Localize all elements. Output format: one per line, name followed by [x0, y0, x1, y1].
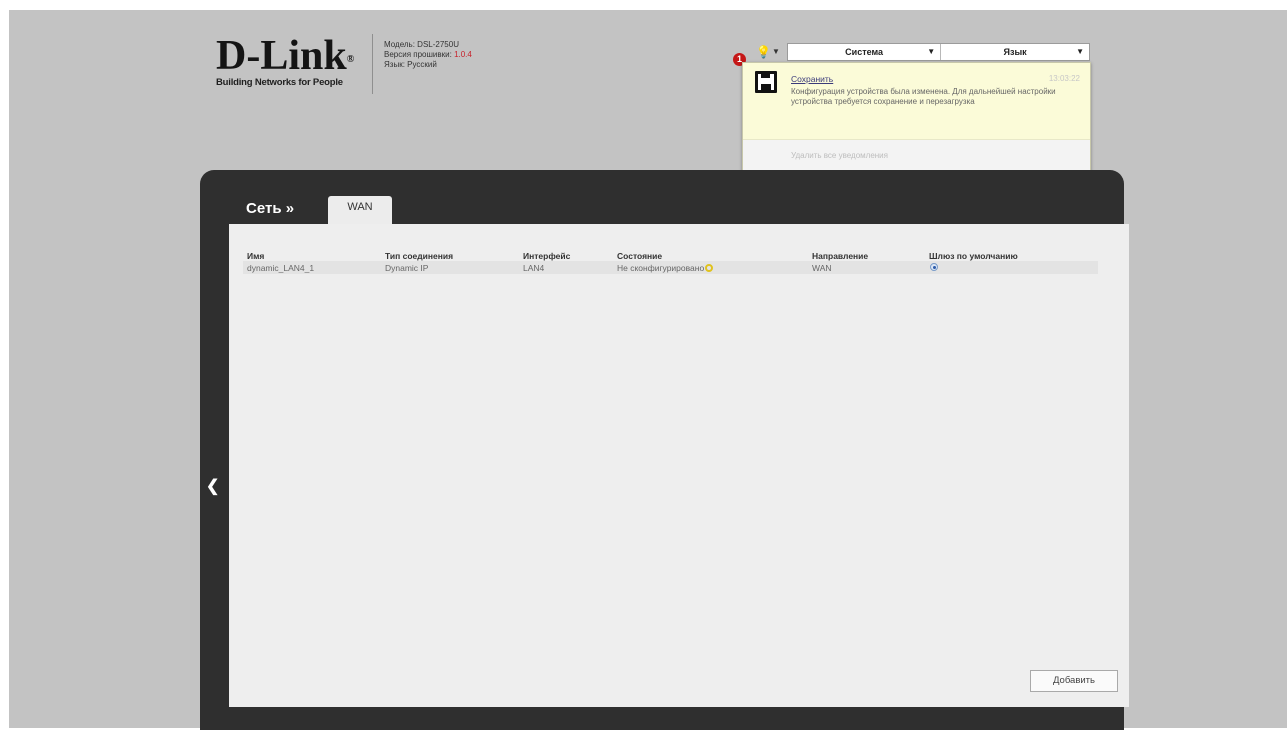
status-info-icon[interactable]	[705, 264, 714, 272]
logo-wordmark: D-Link	[216, 33, 347, 79]
add-button[interactable]: Добавить	[1030, 670, 1118, 692]
model-value: DSL-2750U	[417, 40, 459, 49]
model-label: Модель:	[384, 40, 415, 49]
notification-text: Конфигурация устройства была изменена. Д…	[791, 87, 1056, 106]
notification-save-link[interactable]: Сохранить	[791, 74, 833, 84]
device-info: Модель: DSL-2750U Версия прошивки: 1.0.4…	[384, 40, 472, 70]
lightbulb-icon[interactable]: 💡	[756, 45, 771, 59]
system-menu-label: Система	[845, 47, 884, 57]
tab-wan[interactable]: WAN	[328, 196, 392, 226]
cell-state-text: Не сконфигурировано	[617, 263, 705, 273]
col-header-name: Имя	[247, 251, 265, 261]
breadcrumb[interactable]: Сеть »	[246, 200, 294, 217]
language-menu[interactable]: Язык ▼	[940, 44, 1089, 60]
notifications-chevron-down-icon[interactable]: ▼	[772, 47, 780, 56]
logo-text: D-Link®	[216, 33, 355, 79]
firmware-value: 1.0.4	[454, 50, 472, 59]
model-line: Модель: DSL-2750U	[384, 40, 472, 50]
notification-time: 13:03:22	[1048, 74, 1080, 83]
chevron-down-icon: ▼	[1076, 47, 1084, 56]
back-arrow-icon[interactable]: ❮	[206, 476, 219, 496]
language-line: Язык: Русский	[384, 60, 472, 70]
col-header-type: Тип соединения	[385, 251, 454, 261]
logo-registered-mark: ®	[346, 54, 355, 65]
language-info-label: Язык:	[384, 60, 405, 69]
notification-popup: Сохранить 13:03:22 Конфигурация устройст…	[742, 62, 1091, 172]
cell-direction: WAN	[812, 263, 832, 273]
top-menu-bar: Система ▼ Язык ▼	[787, 43, 1090, 61]
language-menu-label: Язык	[1003, 47, 1027, 57]
col-header-interface: Интерфейс	[523, 251, 571, 261]
col-header-gateway: Шлюз по умолчанию	[929, 251, 1018, 261]
chevron-down-icon: ▼	[927, 47, 936, 56]
dlink-logo: D-Link® Building Networks for People	[216, 33, 355, 88]
cell-name[interactable]: dynamic_LAN4_1	[247, 263, 314, 273]
firmware-line: Версия прошивки: 1.0.4	[384, 50, 472, 60]
col-header-direction: Направление	[812, 251, 869, 261]
cell-type: Dynamic IP	[385, 263, 429, 273]
default-gateway-radio[interactable]	[930, 263, 938, 271]
header-divider	[372, 34, 373, 94]
cell-state: Не сконфигурировано	[617, 263, 714, 273]
firmware-label: Версия прошивки:	[384, 50, 452, 59]
system-menu[interactable]: Система ▼	[788, 44, 940, 60]
floppy-disk-icon[interactable]	[755, 71, 777, 93]
logo-tagline: Building Networks for People	[216, 77, 343, 88]
cell-interface: LAN4	[523, 263, 545, 273]
language-info-value: Русский	[407, 60, 437, 69]
col-header-state: Состояние	[617, 251, 663, 261]
content-panel	[229, 224, 1129, 707]
clear-notifications-link[interactable]: Удалить все уведомления	[791, 151, 888, 160]
